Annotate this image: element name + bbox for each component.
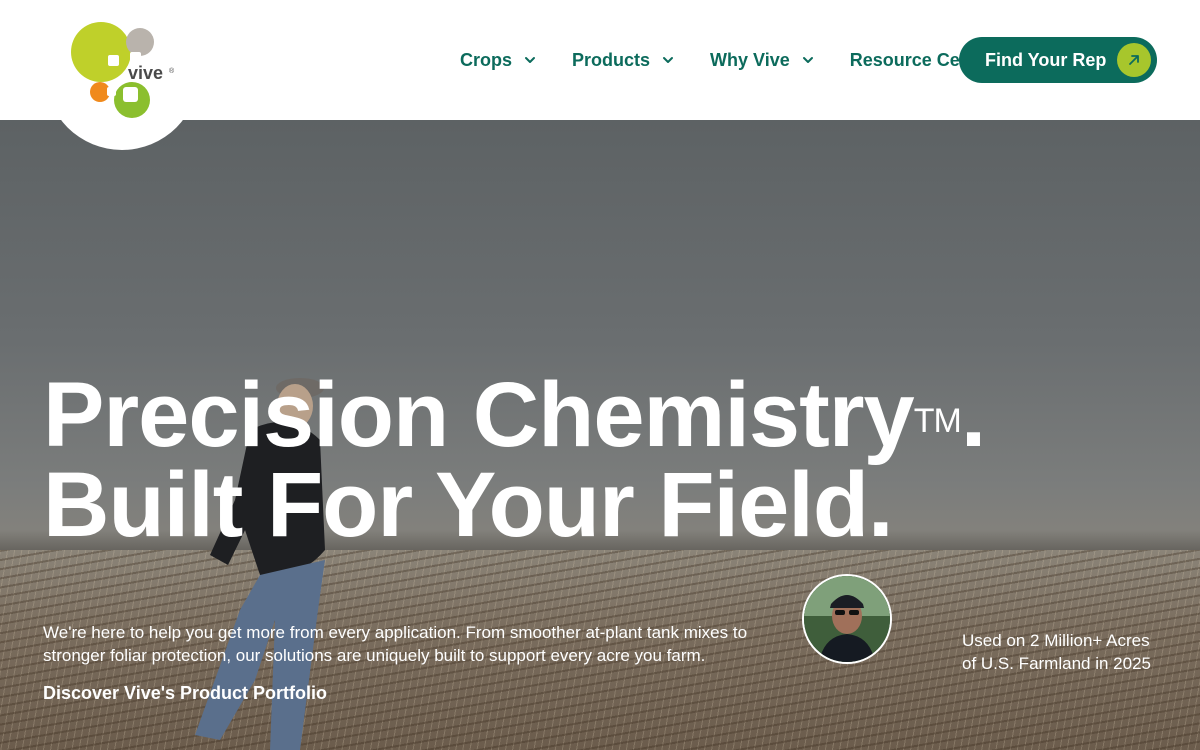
usage-stat: Used on 2 Million+ Acres of U.S. Farmlan…: [962, 631, 1151, 673]
nav-item-label: Why Vive: [710, 49, 790, 70]
arrow-up-right-icon: [1117, 43, 1151, 77]
hero-title-period: .: [960, 364, 987, 466]
vive-logo[interactable]: vive ®: [45, 0, 199, 150]
nav-item-why-vive[interactable]: Why Vive: [698, 50, 814, 71]
nav-item-crops[interactable]: Crops: [448, 50, 536, 71]
svg-text:®: ®: [169, 67, 175, 75]
vive-logo-mark: vive ®: [71, 22, 175, 118]
nav-item-label: Crops: [460, 49, 513, 70]
find-your-rep-button[interactable]: Find Your Rep: [959, 37, 1157, 83]
nav-item-products[interactable]: Products: [560, 50, 674, 71]
chevron-down-icon: [802, 54, 814, 66]
rep-avatar: [802, 574, 892, 664]
hero-title-line2: Built For Your Field.: [43, 454, 894, 556]
main-nav: Crops Products Why Vive Resource Center: [448, 0, 1018, 120]
chevron-down-icon: [662, 54, 674, 66]
product-portfolio-link[interactable]: Discover Vive's Product Portfolio: [43, 683, 327, 704]
chevron-down-icon: [524, 54, 536, 66]
hero-description: We're here to help you get more from eve…: [43, 623, 748, 665]
hero-section: Precision ChemistryTM. Built For Your Fie…: [0, 120, 1200, 750]
hero-title-line1: Precision Chemistry: [43, 364, 915, 466]
logo-wordmark: vive: [128, 63, 163, 83]
find-your-rep-label: Find Your Rep: [985, 49, 1107, 70]
trademark-mark: TM: [913, 402, 962, 440]
hero-title: Precision ChemistryTM. Built For Your Fie…: [43, 369, 986, 551]
nav-item-label: Products: [572, 49, 651, 70]
